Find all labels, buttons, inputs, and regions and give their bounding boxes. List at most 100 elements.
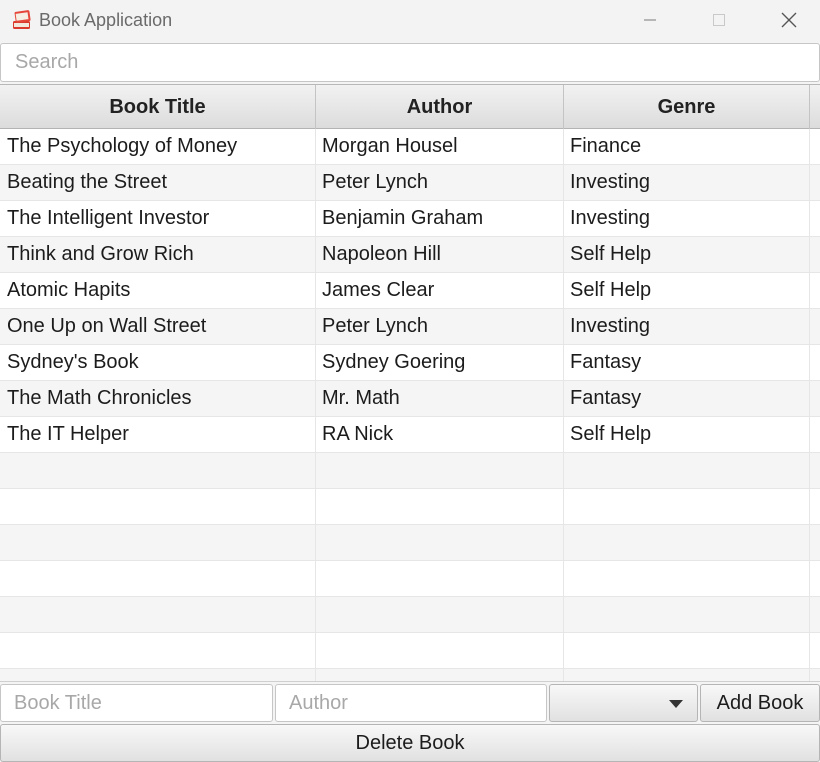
title-bar: Book Application bbox=[0, 0, 820, 42]
books-table[interactable]: Book Title Author Genre The Psychology o… bbox=[0, 84, 820, 681]
cell-book-title bbox=[0, 453, 316, 488]
cell-filler bbox=[810, 309, 820, 344]
delete-book-button[interactable]: Delete Book bbox=[0, 724, 820, 762]
cell-book-title bbox=[0, 525, 316, 560]
cell-genre bbox=[564, 453, 810, 488]
cell-genre: Finance bbox=[564, 129, 810, 164]
cell-author: Napoleon Hill bbox=[316, 237, 564, 272]
cell-genre bbox=[564, 525, 810, 560]
minimize-icon bbox=[644, 19, 656, 21]
cell-filler bbox=[810, 201, 820, 236]
cell-genre bbox=[564, 669, 810, 681]
cell-book-title: The Intelligent Investor bbox=[0, 201, 316, 236]
cell-genre bbox=[564, 561, 810, 596]
table-row[interactable] bbox=[0, 669, 820, 681]
table-row[interactable] bbox=[0, 633, 820, 669]
cell-book-title: The IT Helper bbox=[0, 417, 316, 452]
chevron-down-icon bbox=[669, 700, 683, 708]
cell-book-title bbox=[0, 489, 316, 524]
cell-book-title bbox=[0, 597, 316, 632]
table-row[interactable] bbox=[0, 489, 820, 525]
table-row[interactable] bbox=[0, 525, 820, 561]
column-header-author[interactable]: Author bbox=[316, 85, 564, 129]
cell-filler bbox=[810, 525, 820, 560]
cell-genre: Investing bbox=[564, 165, 810, 200]
table-row[interactable]: Think and Grow Rich Napoleon Hill Self Hel… bbox=[0, 237, 820, 273]
close-icon bbox=[781, 12, 797, 28]
table-body: The Psychology of Money Morgan Housel Fina… bbox=[0, 129, 820, 681]
cell-author: Peter Lynch bbox=[316, 309, 564, 344]
cell-filler bbox=[810, 453, 820, 488]
cell-book-title: Beating the Street bbox=[0, 165, 316, 200]
cell-author: James Clear bbox=[316, 273, 564, 308]
cell-author bbox=[316, 453, 564, 488]
cell-book-title: Atomic Hapits bbox=[0, 273, 316, 308]
bottom-form: Add Book Delete Book bbox=[0, 681, 820, 762]
table-row[interactable] bbox=[0, 453, 820, 489]
cell-filler bbox=[810, 165, 820, 200]
cell-genre: Self Help bbox=[564, 237, 810, 272]
table-row[interactable]: Sydney's Book Sydney Goering Fantasy bbox=[0, 345, 820, 381]
add-book-button[interactable]: Add Book bbox=[700, 684, 820, 722]
table-row[interactable]: Beating the Street Peter Lynch Investing bbox=[0, 165, 820, 201]
cell-author: Mr. Math bbox=[316, 381, 564, 416]
column-header-genre[interactable]: Genre bbox=[564, 85, 810, 129]
table-row[interactable]: The IT Helper RA Nick Self Help bbox=[0, 417, 820, 453]
column-header-filler bbox=[810, 85, 820, 129]
cell-genre: Fantasy bbox=[564, 381, 810, 416]
cell-filler bbox=[810, 417, 820, 452]
genre-dropdown[interactable] bbox=[549, 684, 698, 722]
cell-filler bbox=[810, 381, 820, 416]
column-header-book-title[interactable]: Book Title bbox=[0, 85, 316, 129]
cell-genre bbox=[564, 489, 810, 524]
cell-filler bbox=[810, 489, 820, 524]
cell-filler bbox=[810, 669, 820, 681]
maximize-icon bbox=[713, 14, 725, 26]
table-row[interactable]: The Psychology of Money Morgan Housel Fina… bbox=[0, 129, 820, 165]
window-title: Book Application bbox=[39, 10, 173, 30]
table-header: Book Title Author Genre bbox=[0, 85, 820, 129]
minimize-button[interactable] bbox=[627, 0, 673, 40]
cell-genre: Investing bbox=[564, 201, 810, 236]
close-button[interactable] bbox=[766, 0, 812, 40]
search-input[interactable] bbox=[0, 43, 820, 82]
cell-book-title bbox=[0, 633, 316, 668]
cell-author: Peter Lynch bbox=[316, 165, 564, 200]
maximize-button[interactable] bbox=[696, 0, 742, 40]
cell-book-title bbox=[0, 669, 316, 681]
cell-author: Sydney Goering bbox=[316, 345, 564, 380]
cell-book-title: One Up on Wall Street bbox=[0, 309, 316, 344]
table-row[interactable]: One Up on Wall Street Peter Lynch Investin… bbox=[0, 309, 820, 345]
cell-book-title: Think and Grow Rich bbox=[0, 237, 316, 272]
cell-genre: Self Help bbox=[564, 417, 810, 452]
cell-author bbox=[316, 525, 564, 560]
table-row[interactable] bbox=[0, 597, 820, 633]
book-stack-icon bbox=[13, 10, 31, 29]
cell-genre bbox=[564, 597, 810, 632]
cell-author bbox=[316, 489, 564, 524]
cell-filler bbox=[810, 273, 820, 308]
cell-author: Morgan Housel bbox=[316, 129, 564, 164]
cell-filler bbox=[810, 345, 820, 380]
cell-author: Benjamin Graham bbox=[316, 201, 564, 236]
cell-genre: Self Help bbox=[564, 273, 810, 308]
cell-filler bbox=[810, 633, 820, 668]
cell-genre: Investing bbox=[564, 309, 810, 344]
cell-genre bbox=[564, 633, 810, 668]
author-field[interactable] bbox=[275, 684, 547, 722]
cell-author bbox=[316, 561, 564, 596]
table-row[interactable]: The Math Chronicles Mr. Math Fantasy bbox=[0, 381, 820, 417]
cell-author bbox=[316, 597, 564, 632]
table-row[interactable]: Atomic Hapits James Clear Self Help bbox=[0, 273, 820, 309]
table-row[interactable] bbox=[0, 561, 820, 597]
cell-book-title: Sydney's Book bbox=[0, 345, 316, 380]
cell-book-title: The Math Chronicles bbox=[0, 381, 316, 416]
cell-book-title: The Psychology of Money bbox=[0, 129, 316, 164]
cell-book-title bbox=[0, 561, 316, 596]
cell-filler bbox=[810, 561, 820, 596]
book-title-field[interactable] bbox=[0, 684, 273, 722]
table-row[interactable]: The Intelligent Investor Benjamin Graham I… bbox=[0, 201, 820, 237]
cell-genre: Fantasy bbox=[564, 345, 810, 380]
cell-author: RA Nick bbox=[316, 417, 564, 452]
cell-filler bbox=[810, 129, 820, 164]
